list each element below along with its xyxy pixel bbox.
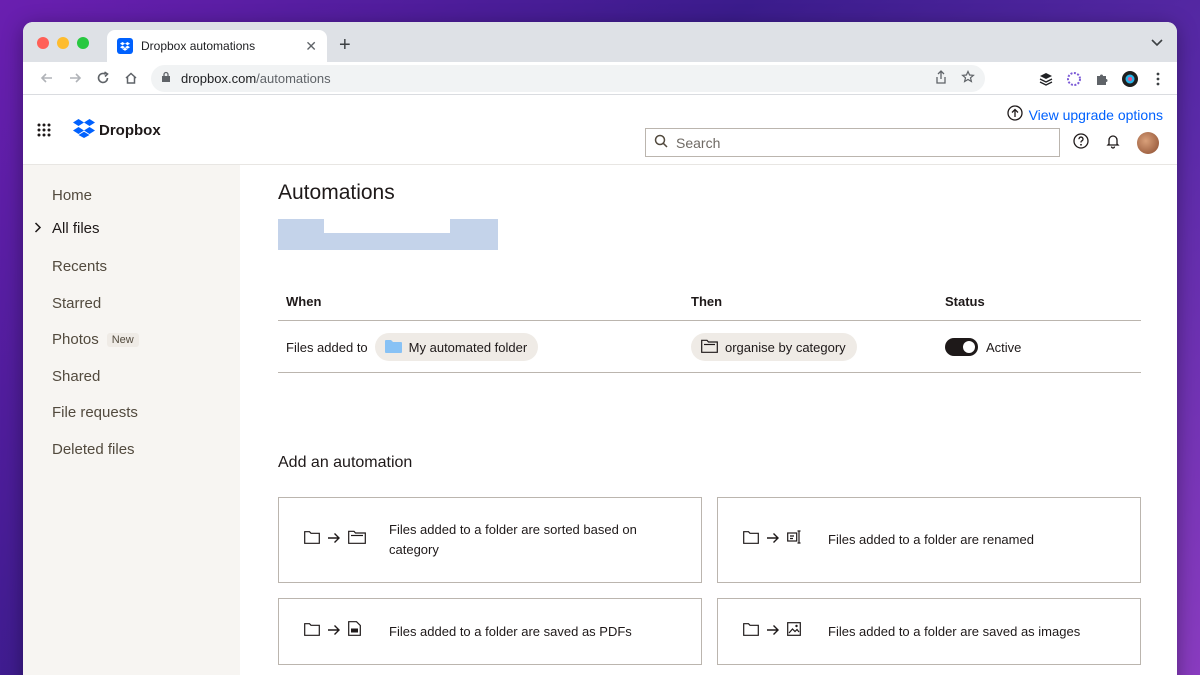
arrow-right-icon xyxy=(766,530,780,550)
view-upgrade-options-link[interactable]: View upgrade options xyxy=(1006,105,1163,124)
automation-card-pdf[interactable]: Files added to a folder are saved as PDF… xyxy=(278,598,702,665)
table-row[interactable]: Files added to My automated folder organ… xyxy=(278,321,1141,373)
bookmark-star-icon[interactable] xyxy=(961,70,975,87)
browser-menu-icon[interactable] xyxy=(1149,70,1167,88)
layers-extension-icon[interactable] xyxy=(1037,70,1055,88)
automations-table: When Then Status Files added to My autom… xyxy=(278,291,1141,373)
minimize-window-button[interactable] xyxy=(57,37,69,49)
tab-title: Dropbox automations xyxy=(141,39,256,53)
home-icon[interactable] xyxy=(117,64,145,92)
browser-toolbar: dropbox.com /automations xyxy=(23,62,1177,95)
active-toggle[interactable] xyxy=(945,338,978,356)
add-automation-title: Add an automation xyxy=(278,454,413,471)
sidebar-item-file-requests[interactable]: File requests xyxy=(52,404,138,421)
new-tab-icon[interactable]: + xyxy=(339,34,351,57)
sidebar-item-starred[interactable]: Starred xyxy=(52,295,101,312)
forward-arrow-icon[interactable] xyxy=(61,64,89,92)
table-header: When Then Status xyxy=(278,291,1141,321)
folder-outline-icon xyxy=(743,530,759,550)
card-label: Files added to a folder are sorted based… xyxy=(389,522,637,557)
folder-chip[interactable]: My automated folder xyxy=(374,333,539,361)
dropbox-logo[interactable]: Dropbox xyxy=(73,119,161,142)
sidebar-item-shared[interactable]: Shared xyxy=(52,368,100,385)
search-input[interactable]: Search xyxy=(645,128,1060,157)
browser-window: Dropbox automations ✕ + dropbox.com /aut… xyxy=(23,22,1177,675)
reload-icon[interactable] xyxy=(89,64,117,92)
lock-icon xyxy=(161,71,171,86)
status-header: Status xyxy=(945,294,985,309)
sidebar-item-home[interactable]: Home xyxy=(52,187,92,204)
folder-icon xyxy=(384,339,402,356)
main-content: Automations When Then Status Files added… xyxy=(240,165,1177,675)
sidebar: Home All files Recents Starred Photos Ne… xyxy=(23,165,240,675)
card-label: Files added to a folder are saved as PDF… xyxy=(389,623,632,639)
back-arrow-icon[interactable] xyxy=(33,64,61,92)
automation-card-images[interactable]: Files added to a folder are saved as ima… xyxy=(717,598,1141,665)
search-placeholder: Search xyxy=(676,134,721,151)
card-label: Files added to a folder are renamed xyxy=(828,532,1034,547)
dropbox-favicon-icon xyxy=(117,38,133,54)
close-window-button[interactable] xyxy=(37,37,49,49)
when-header: When xyxy=(286,294,322,309)
close-tab-icon[interactable]: ✕ xyxy=(305,38,317,55)
category-folder-icon xyxy=(701,339,718,356)
dropbox-logo-icon xyxy=(73,119,95,142)
arrow-right-icon xyxy=(327,530,341,550)
bell-icon[interactable] xyxy=(1105,133,1121,154)
search-icon xyxy=(654,134,668,151)
help-icon[interactable] xyxy=(1073,132,1089,154)
app-grid-icon[interactable] xyxy=(37,123,51,142)
folder-outline-icon xyxy=(304,622,320,642)
profile-extension-icon[interactable] xyxy=(1121,70,1139,88)
url-path: /automations xyxy=(256,71,331,86)
pdf-file-icon xyxy=(348,621,361,642)
url-host: dropbox.com xyxy=(181,71,257,86)
sidebar-item-photos[interactable]: Photos New xyxy=(52,331,139,348)
tab-search-chevron-icon[interactable] xyxy=(1151,36,1163,50)
status-label: Active xyxy=(986,339,1022,355)
maximize-window-button[interactable] xyxy=(77,37,89,49)
action-chip[interactable]: organise by category xyxy=(691,333,857,361)
browser-tab[interactable]: Dropbox automations ✕ xyxy=(107,30,327,62)
image-file-icon xyxy=(787,621,801,642)
arrow-right-icon xyxy=(327,622,341,642)
avatar[interactable] xyxy=(1137,132,1159,154)
upgrade-arrow-icon xyxy=(1006,105,1023,124)
category-folder-icon xyxy=(348,530,366,550)
window-controls xyxy=(37,37,89,49)
automation-card-rename[interactable]: Files added to a folder are renamed xyxy=(717,497,1141,583)
sidebar-item-recents[interactable]: Recents xyxy=(52,258,107,275)
app-header: Dropbox View upgrade options Search xyxy=(23,95,1177,165)
logo-text: Dropbox xyxy=(99,122,161,139)
tab-strip: Dropbox automations ✕ + xyxy=(23,22,1177,62)
new-badge: New xyxy=(106,332,139,347)
then-header: Then xyxy=(691,294,723,309)
folder-name: My automated folder xyxy=(408,339,528,355)
sidebar-item-all-files[interactable]: All files xyxy=(34,220,100,237)
rename-icon xyxy=(787,530,803,550)
share-icon[interactable] xyxy=(935,70,947,87)
puzzle-extension-icon[interactable] xyxy=(1093,70,1111,88)
folder-outline-icon xyxy=(304,530,320,550)
when-prefix: Files added to xyxy=(286,339,368,355)
arrow-right-icon xyxy=(766,622,780,642)
page-title: Automations xyxy=(278,181,395,204)
address-bar[interactable]: dropbox.com /automations xyxy=(151,65,985,92)
upgrade-label: View upgrade options xyxy=(1028,106,1163,123)
flower-extension-icon[interactable] xyxy=(1065,70,1083,88)
banner-image xyxy=(278,219,498,250)
extensions-area xyxy=(1037,65,1167,92)
sidebar-item-deleted-files[interactable]: Deleted files xyxy=(52,441,135,458)
automation-card-sort[interactable]: Files added to a folder are sorted based… xyxy=(278,497,702,583)
folder-outline-icon xyxy=(743,622,759,642)
card-label: Files added to a folder are saved as ima… xyxy=(828,623,1081,639)
banner-inner xyxy=(324,219,450,233)
action-label: organise by category xyxy=(725,339,846,355)
chevron-right-icon[interactable] xyxy=(34,221,42,236)
